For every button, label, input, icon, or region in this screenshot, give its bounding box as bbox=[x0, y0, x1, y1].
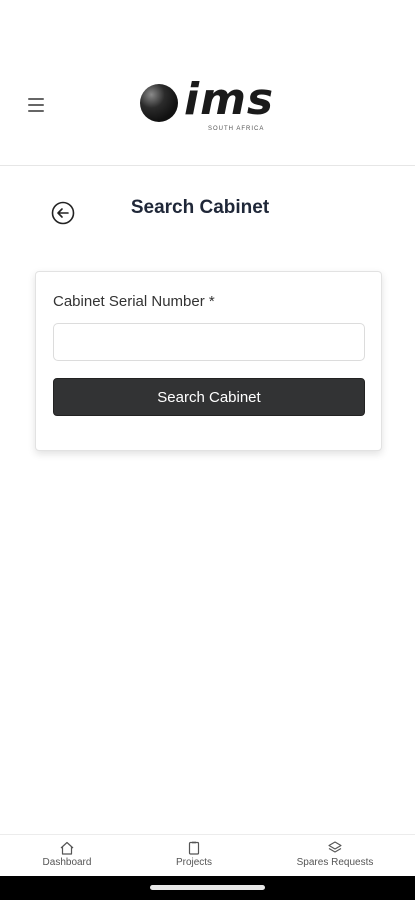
page-title-text: Search Cabinet bbox=[130, 197, 270, 218]
cabinet-serial-input[interactable] bbox=[53, 323, 365, 361]
status-bar bbox=[0, 0, 415, 52]
page-title: Search Cabinet bbox=[0, 197, 415, 219]
logo-text: ims bbox=[184, 74, 275, 125]
layers-icon bbox=[328, 841, 342, 853]
hamburger-menu-icon[interactable] bbox=[28, 98, 44, 112]
bottom-navigation: Dashboard Projects Spares Requests bbox=[0, 834, 415, 876]
nav-label-spares-requests: Spares Requests bbox=[296, 857, 374, 868]
search-card: Cabinet Serial Number * Search Cabinet bbox=[35, 271, 382, 451]
home-icon bbox=[60, 841, 74, 855]
gesture-handle[interactable] bbox=[150, 885, 265, 890]
nav-label-dashboard: Dashboard bbox=[42, 857, 92, 868]
ims-logo: ims SOUTH AFRICA bbox=[138, 74, 278, 136]
nav-item-projects[interactable]: Projects bbox=[164, 841, 224, 868]
logo-ball-icon bbox=[140, 84, 178, 122]
nav-item-dashboard[interactable]: Dashboard bbox=[34, 841, 100, 868]
logo-subtext: SOUTH AFRICA bbox=[208, 126, 265, 132]
app-header: ims SOUTH AFRICA bbox=[0, 52, 415, 166]
nav-label-projects: Projects bbox=[175, 857, 213, 868]
search-cabinet-button[interactable]: Search Cabinet bbox=[53, 378, 365, 416]
cabinet-serial-label: Cabinet Serial Number * bbox=[53, 293, 215, 310]
nav-item-spares-requests[interactable]: Spares Requests bbox=[288, 841, 382, 868]
system-gesture-bar bbox=[0, 876, 415, 900]
clipboard-icon bbox=[188, 841, 200, 855]
